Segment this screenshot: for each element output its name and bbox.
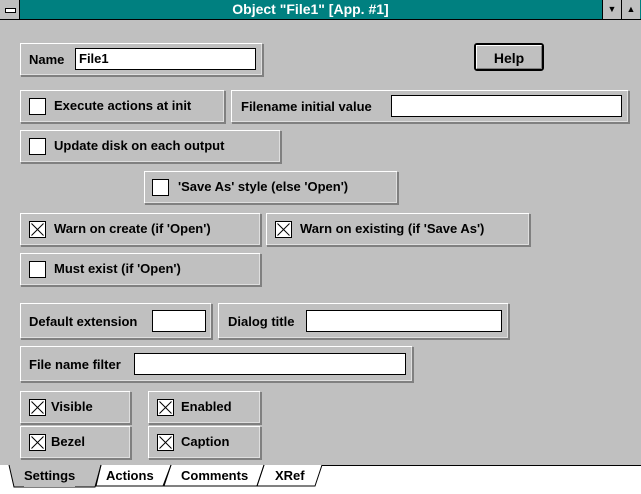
bezel-group: Bezel [20, 426, 131, 459]
execute-actions-checkbox[interactable] [29, 98, 46, 115]
name-group: Name File1 [20, 43, 263, 76]
bezel-label: Bezel [51, 434, 85, 449]
caption-checkbox[interactable] [157, 434, 174, 451]
execute-actions-group: Execute actions at init [20, 90, 225, 123]
enabled-label: Enabled [181, 399, 232, 414]
visible-group: Visible [20, 391, 131, 424]
help-button-label: Help [476, 45, 542, 69]
dialog-title-label: Dialog title [228, 314, 295, 329]
caption-group: Caption [148, 426, 261, 459]
execute-actions-label: Execute actions at init [54, 98, 192, 113]
window-title: Object "File1" [App. #1] [232, 1, 389, 17]
enabled-group: Enabled [148, 391, 261, 424]
warn-on-create-group: Warn on create (if 'Open') [20, 213, 261, 246]
update-disk-group: Update disk on each output [20, 130, 281, 163]
must-exist-checkbox[interactable] [29, 261, 46, 278]
tab-actions[interactable]: Actions [106, 465, 154, 487]
caption-label: Caption [181, 434, 230, 449]
tab-xref[interactable]: XRef [275, 465, 305, 487]
filename-initial-input[interactable] [391, 95, 622, 117]
warn-on-existing-group: Warn on existing (if 'Save As') [266, 213, 530, 246]
warn-on-create-checkbox[interactable] [29, 221, 46, 238]
default-extension-label: Default extension [29, 314, 138, 329]
update-disk-checkbox[interactable] [29, 138, 46, 155]
filename-initial-label: Filename initial value [241, 99, 372, 114]
save-as-style-checkbox[interactable] [152, 179, 169, 196]
file-name-filter-label: File name filter [29, 357, 121, 372]
update-disk-label: Update disk on each output [54, 138, 225, 153]
warn-on-existing-checkbox[interactable] [275, 221, 292, 238]
dialog-title-group: Dialog title [218, 303, 509, 339]
tab-settings[interactable]: Settings [24, 465, 76, 487]
must-exist-label: Must exist (if 'Open') [54, 261, 181, 276]
file-name-filter-group: File name filter [20, 346, 413, 382]
bezel-checkbox[interactable] [29, 434, 46, 451]
tab-outlines [8, 464, 323, 488]
name-label: Name [29, 52, 65, 67]
warn-on-existing-label: Warn on existing (if 'Save As') [300, 221, 485, 236]
minimize-icon[interactable]: ▼ [602, 0, 621, 19]
maximize-icon[interactable]: ▲ [621, 0, 640, 19]
default-extension-group: Default extension [20, 303, 212, 339]
default-extension-input[interactable] [152, 310, 206, 332]
save-as-style-label: 'Save As' style (else 'Open') [178, 179, 349, 194]
visible-checkbox[interactable] [29, 399, 46, 416]
save-as-style-group: 'Save As' style (else 'Open') [144, 171, 398, 204]
visible-label: Visible [51, 399, 93, 414]
name-input[interactable]: File1 [75, 48, 256, 70]
must-exist-group: Must exist (if 'Open') [20, 253, 261, 286]
enabled-checkbox[interactable] [157, 399, 174, 416]
help-button[interactable]: Help [474, 43, 544, 71]
system-menu-icon[interactable] [0, 0, 20, 19]
filename-initial-group: Filename initial value [231, 90, 629, 123]
warn-on-create-label: Warn on create (if 'Open') [54, 221, 211, 236]
dialog-title-input[interactable] [306, 310, 502, 332]
tab-comments[interactable]: Comments [181, 465, 248, 487]
file-name-filter-input[interactable] [134, 353, 406, 375]
object-properties-window: Object "File1" [App. #1] ▼ ▲ Name File1 … [0, 0, 641, 494]
title-bar: Object "File1" [App. #1] ▼ ▲ [0, 0, 641, 20]
